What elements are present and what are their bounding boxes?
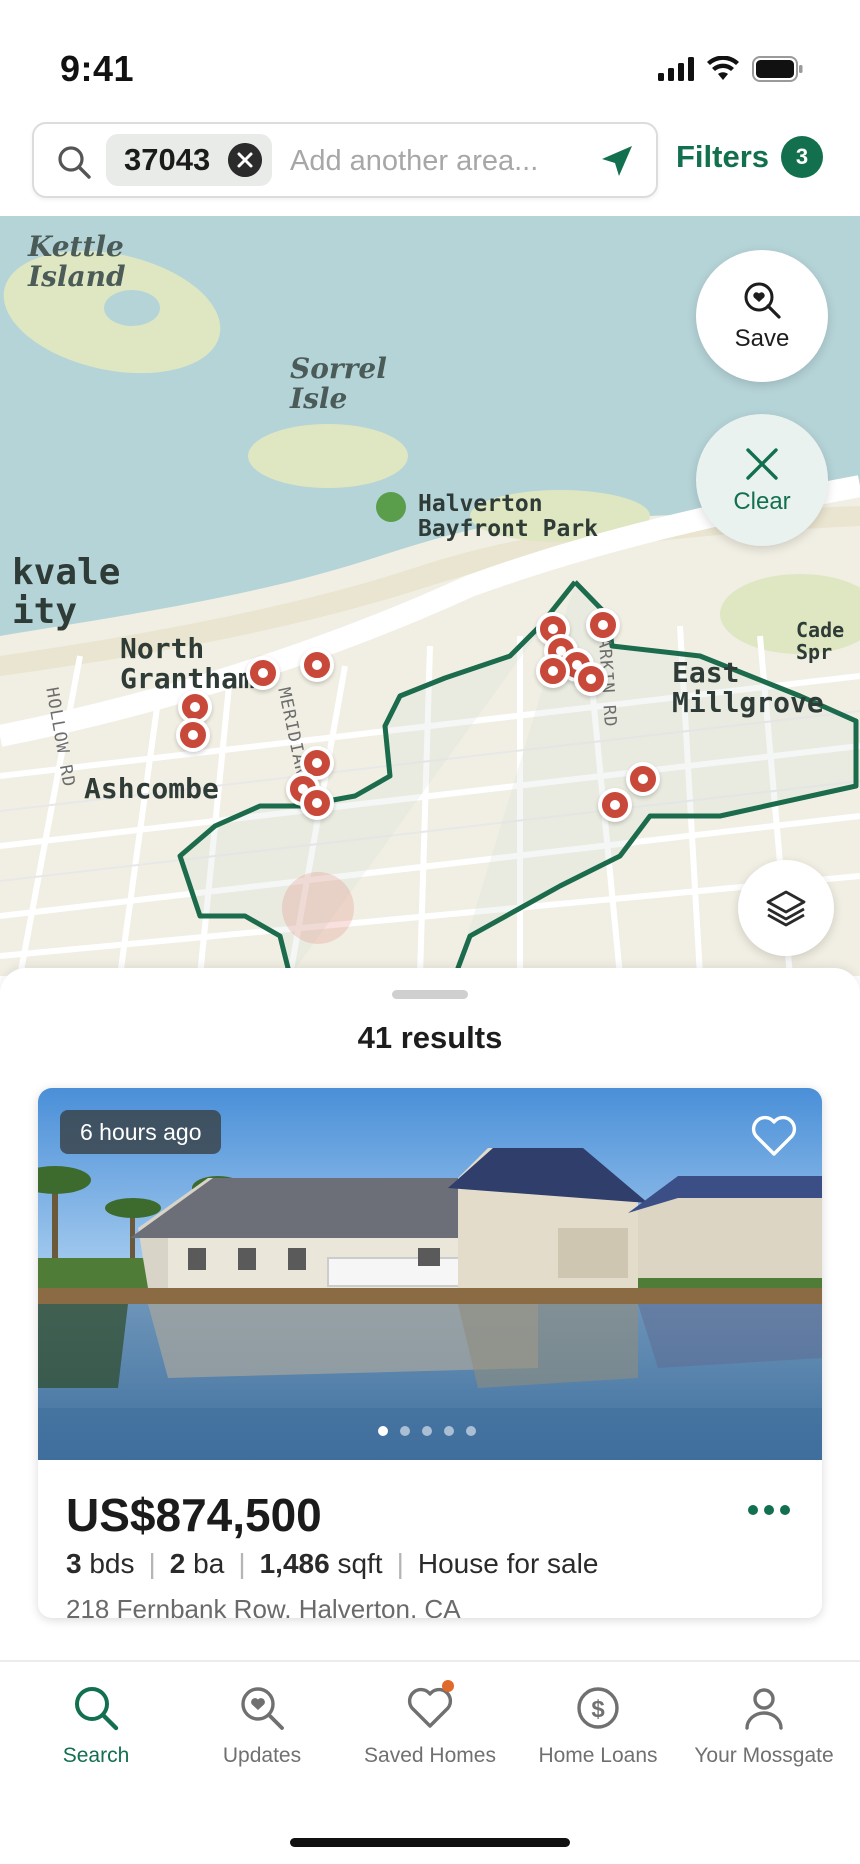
map-view[interactable]: Kettle Island Sorrel Isle Halverton Bayf… bbox=[0, 216, 860, 976]
search-icon bbox=[58, 146, 91, 179]
tab-updates[interactable]: Updates bbox=[176, 1682, 348, 1768]
map-label-kvale: kvale ity bbox=[12, 552, 121, 632]
clear-boundary-button[interactable]: Clear bbox=[696, 414, 828, 546]
listing-card[interactable]: 6 hours ago US$874,500 3 bds | 2 ba | 1,486 … bbox=[38, 1088, 822, 1618]
listing-type: House for sale bbox=[417, 1548, 599, 1579]
listing-time-badge: 6 hours ago bbox=[60, 1110, 222, 1154]
pagination-dot bbox=[400, 1426, 410, 1436]
beds-unit: bds bbox=[89, 1548, 135, 1579]
map-label-cade: Cade Spr bbox=[796, 618, 845, 664]
tab-label: Home Loans bbox=[538, 1744, 658, 1767]
baths-unit: ba bbox=[193, 1548, 225, 1579]
search-header: 37043 Filters 3 bbox=[0, 110, 860, 216]
svg-text:$: $ bbox=[591, 1696, 605, 1723]
sqft-unit: sqft bbox=[337, 1548, 383, 1579]
tab-label: Updates bbox=[222, 1744, 302, 1767]
listing-photo[interactable]: 6 hours ago bbox=[38, 1088, 822, 1460]
tab-bar: Search Updates Saved Homes $ Home Loans … bbox=[0, 1660, 860, 1864]
map-pin[interactable] bbox=[598, 788, 632, 822]
filters-button[interactable]: Filters 3 bbox=[676, 136, 824, 178]
tab-label: Saved Homes bbox=[364, 1744, 496, 1767]
tab-label: Your Mossgate bbox=[694, 1744, 834, 1767]
pagination-dot bbox=[466, 1426, 476, 1436]
map-label-park: Halverton Bayfront Park bbox=[418, 491, 599, 542]
heart-icon-wrapper bbox=[404, 1680, 456, 1734]
pagination-dot bbox=[422, 1426, 432, 1436]
map-pin[interactable] bbox=[586, 608, 620, 642]
wifi-icon bbox=[707, 56, 739, 80]
battery-icon bbox=[752, 56, 803, 82]
filters-count-badge: 3 bbox=[781, 136, 824, 178]
current-location-icon[interactable] bbox=[598, 142, 636, 180]
user-icon bbox=[745, 1688, 783, 1730]
signal-icon bbox=[658, 57, 694, 81]
sqft-value: 1,486 bbox=[259, 1548, 330, 1579]
search-icon bbox=[75, 1687, 119, 1731]
map-pin[interactable] bbox=[536, 654, 570, 688]
baths-value: 2 bbox=[169, 1548, 186, 1579]
map-pin[interactable] bbox=[176, 718, 210, 752]
map-pin[interactable] bbox=[300, 648, 334, 682]
clear-button-label: Clear bbox=[733, 488, 791, 515]
area-chip-label: 37043 bbox=[124, 142, 211, 177]
save-button-label: Save bbox=[734, 325, 790, 352]
heart-icon[interactable] bbox=[750, 1114, 798, 1158]
results-count: 41 results bbox=[357, 1020, 503, 1055]
map-label-sorrel-isle: Sorrel Isle bbox=[290, 352, 387, 416]
results-sheet[interactable]: 41 results 6 hours ago US$874,500 3 bds … bbox=[0, 968, 860, 1668]
tab-label: Search bbox=[62, 1744, 130, 1767]
map-pin[interactable] bbox=[626, 762, 660, 796]
status-time: 9:41 bbox=[60, 48, 135, 89]
beds-value: 3 bbox=[66, 1548, 82, 1579]
search-input[interactable] bbox=[290, 138, 590, 184]
tab-your-mossgate[interactable]: Your Mossgate bbox=[678, 1682, 850, 1768]
notification-dot bbox=[442, 1680, 454, 1692]
save-search-button[interactable]: Save bbox=[696, 250, 828, 382]
more-options-icon[interactable] bbox=[746, 1500, 792, 1520]
listing-facts: 3 bds | 2 ba | 1,486 sqft | House for sale bbox=[66, 1548, 599, 1579]
pagination-dot bbox=[378, 1426, 388, 1436]
tab-search[interactable]: Search bbox=[10, 1682, 182, 1768]
chip-remove-icon[interactable] bbox=[228, 143, 262, 177]
search-box[interactable]: 37043 bbox=[32, 122, 658, 198]
listing-price: US$874,500 bbox=[66, 1489, 322, 1541]
photo-pagination bbox=[378, 1426, 476, 1436]
park-icon bbox=[376, 492, 406, 522]
map-label-east-millgrove: East Millgrove bbox=[672, 656, 824, 720]
map-layers-button[interactable] bbox=[738, 860, 834, 956]
save-search-icon bbox=[744, 282, 781, 319]
tab-saved-homes[interactable]: Saved Homes bbox=[344, 1680, 516, 1768]
map-pin[interactable] bbox=[246, 656, 280, 690]
updates-icon bbox=[241, 1687, 284, 1730]
listing-address: 218 Fernbank Row, Halverton, CA bbox=[66, 1594, 461, 1618]
area-chip[interactable]: 37043 bbox=[106, 134, 272, 186]
home-indicator[interactable] bbox=[290, 1838, 570, 1847]
pagination-dot bbox=[444, 1426, 454, 1436]
dollar-icon: $ bbox=[577, 1687, 619, 1729]
status-bar: 9:41 bbox=[0, 0, 860, 120]
status-icons bbox=[658, 56, 804, 82]
sheet-grabber[interactable] bbox=[392, 990, 468, 999]
tab-home-loans[interactable]: $ Home Loans bbox=[512, 1682, 684, 1768]
layers-icon bbox=[766, 890, 806, 927]
map-pin[interactable] bbox=[300, 786, 334, 820]
map-label-ashcombe: Ashcombe bbox=[84, 772, 219, 805]
map-pin[interactable] bbox=[574, 662, 608, 696]
filters-label: Filters bbox=[676, 139, 770, 174]
close-icon bbox=[746, 448, 778, 480]
map-label-kettle-island: Kettle Island bbox=[28, 230, 126, 294]
map-label-north-grantham: North Grantham bbox=[120, 632, 255, 696]
